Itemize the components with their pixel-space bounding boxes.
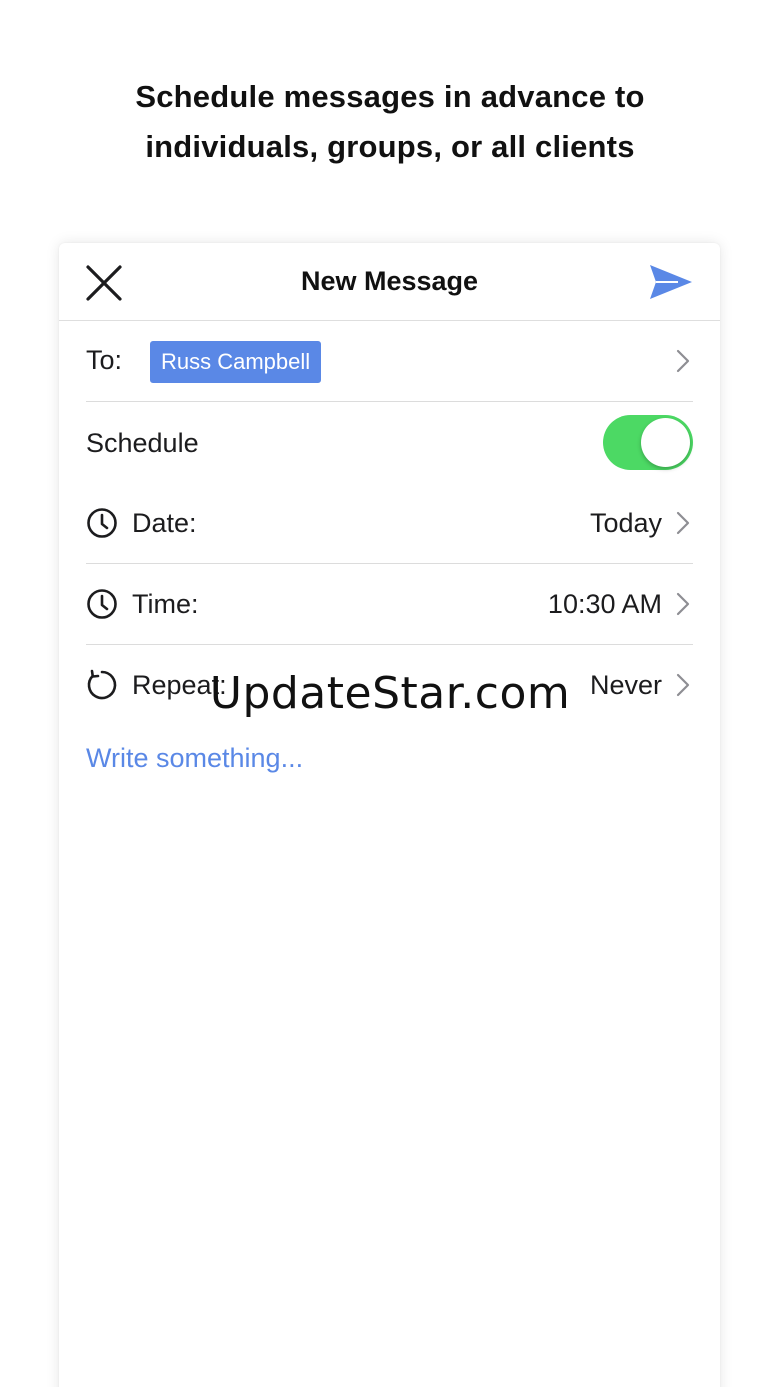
time-row[interactable]: Time: 10:30 AM bbox=[86, 564, 693, 645]
chevron-right-icon bbox=[676, 349, 690, 373]
clock-icon bbox=[87, 508, 117, 538]
schedule-row: Schedule bbox=[86, 403, 693, 483]
new-message-card: New Message To: Russ Campbell Schedule D… bbox=[59, 243, 720, 1387]
watermark: UpdateStar.com bbox=[209, 668, 571, 719]
date-value: Today bbox=[589, 508, 662, 538]
schedule-toggle[interactable] bbox=[603, 415, 693, 470]
chevron-right-icon bbox=[676, 511, 690, 535]
date-label: Date: bbox=[132, 508, 197, 538]
screen: Schedule messages in advance to individu… bbox=[0, 0, 780, 1387]
schedule-label: Schedule bbox=[86, 428, 199, 458]
promo-headline-line-1: Schedule messages in advance to bbox=[135, 79, 645, 114]
message-body-input[interactable]: Write something... bbox=[86, 743, 303, 774]
navbar-title: New Message bbox=[300, 266, 479, 296]
chevron-right-icon bbox=[676, 592, 690, 616]
send-icon bbox=[650, 265, 692, 299]
to-row[interactable]: To: Russ Campbell bbox=[86, 321, 693, 402]
promo-headline-line-2: individuals, groups, or all clients bbox=[145, 129, 635, 164]
recipient-chip[interactable]: Russ Campbell bbox=[150, 341, 322, 383]
time-value: 10:30 AM bbox=[547, 589, 662, 619]
clock-icon bbox=[87, 589, 117, 619]
send-button[interactable] bbox=[648, 263, 694, 301]
to-label: To: bbox=[86, 345, 123, 375]
date-row[interactable]: Date: Today bbox=[86, 483, 693, 564]
time-label: Time: bbox=[132, 589, 199, 619]
toggle-knob bbox=[641, 418, 690, 467]
promo-headline: Schedule messages in advance to individu… bbox=[0, 72, 780, 172]
navbar: New Message bbox=[59, 243, 720, 321]
